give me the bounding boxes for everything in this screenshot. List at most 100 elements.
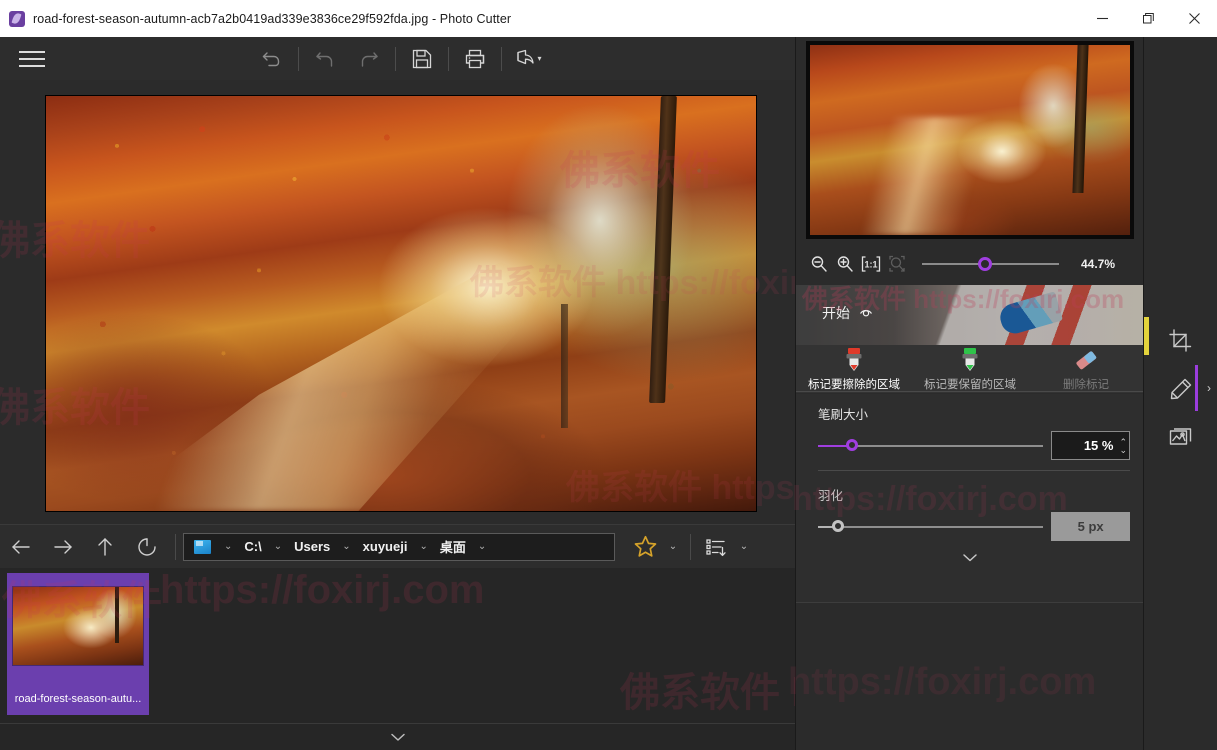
refresh-button[interactable] [126,525,168,569]
photo-cutter-window: road-forest-season-autumn-acb7a2b0419ad3… [0,0,1217,750]
zoom-out-icon[interactable] [806,251,832,277]
up-button[interactable] [84,525,126,569]
favorites-star-icon[interactable] [627,529,663,565]
settings-expand-button[interactable] [796,545,1144,569]
breadcrumb[interactable]: ⌄ C:\ ⌄ Users ⌄ xuyueji ⌄ 桌面 ⌄ [183,532,615,561]
rail-expand-button[interactable]: › [1201,377,1217,399]
breadcrumb-chevron-0[interactable]: ⌄ [215,541,241,552]
tab-mark-erase-area[interactable]: 标记要擦除的区域 [796,345,912,397]
feather-setting: 羽化 5 px [796,475,1144,545]
setting-divider [818,470,1130,471]
breadcrumb-item-2[interactable]: xuyueji [360,539,411,554]
brush-size-label: 笔刷大小 [818,408,869,422]
brush-size-stepper[interactable]: 15 % ⌃ ⌄ [1051,431,1130,460]
stepper-arrows[interactable]: ⌃ ⌄ [1119,437,1127,454]
stepper-down-icon[interactable]: ⌄ [1119,445,1127,454]
window-title: road-forest-season-autumn-acb7a2b0419ad3… [33,11,512,26]
start-banner[interactable]: 开始 佛系软件 https://foxirj.com [796,285,1144,345]
share-icon[interactable]: ▾ [506,37,550,80]
minimize-button[interactable] [1079,0,1125,37]
feather-value-box[interactable]: 5 px [1051,512,1130,541]
fit-to-window-icon[interactable] [884,251,910,277]
thumbnail-image [13,587,143,665]
tree-trunk-shape-2 [561,303,568,428]
sort-list-icon[interactable] [698,529,734,565]
redo-icon[interactable] [347,37,391,80]
banner-label: 开始 [822,305,850,321]
zoom-level-value: 44.7% [1081,257,1116,271]
image-canvas[interactable]: 佛系软件 佛系软件 https://foxirj.com 佛系软件 佛系软件 佛… [0,80,795,524]
hamburger-menu-icon[interactable] [10,37,54,80]
rail-buttons: › [1144,317,1217,461]
undo-icon[interactable] [303,37,347,80]
right-panel-empty-area: https://foxirj.com [788,602,1144,750]
tool-rail: › [1143,37,1217,750]
feather-slider-track [818,525,1043,528]
file-browser[interactable]: road-forest-season-autu... 佛系软件 https://… [0,568,795,723]
feather-value: 5 px [1077,519,1104,534]
browser-collapse-button[interactable] [0,723,795,750]
zoom-in-icon[interactable] [832,251,858,277]
svg-text:1:1: 1:1 [864,260,877,270]
preview-path-shape [848,117,1015,235]
list-item[interactable]: road-forest-season-autu... [7,573,149,715]
brush-size-value: 15 % [1083,438,1114,453]
nav-separator [175,533,176,560]
breadcrumb-chevron-2[interactable]: ⌄ [333,541,359,552]
active-tool-indicator [1195,365,1198,411]
feather-slider-handle[interactable] [832,519,844,532]
window-controls [1079,0,1217,37]
tab-mark-keep-area[interactable]: 标记要保留的区域 [912,345,1028,393]
eraser-icon [1071,347,1101,373]
tab-label: 标记要擦除的区域 [808,379,900,391]
sort-caret-icon[interactable]: ⌄ [734,541,754,552]
tabs-divider [796,391,1144,392]
breadcrumb-item-3[interactable]: 桌面 [437,537,469,556]
tool-tabs: 标记要擦除的区域 标记要保留的区域 删除标记 [796,345,1144,397]
maximize-restore-button[interactable] [1125,0,1171,37]
main-toolbar: ▾ [0,37,795,80]
toolbar-separator [395,46,396,71]
breadcrumb-chevron-1[interactable]: ⌄ [265,541,291,552]
feather-slider[interactable] [818,519,1043,535]
zoom-slider[interactable] [922,256,1059,272]
watermark-full-browser: 佛系软件 https://foxirj.com [620,671,795,715]
red-marker-icon [839,347,869,373]
zoom-toolbar: 1:1 44.7% [796,245,1144,283]
list-item-label: road-forest-season-autu... [14,693,142,705]
toolbar-separator [298,46,299,71]
green-marker-icon [955,347,985,373]
zoom-slider-handle[interactable] [978,257,992,271]
share-caret-icon[interactable]: ▾ [537,54,541,63]
brush-size-slider[interactable] [818,438,1043,454]
breadcrumb-chevron-3[interactable]: ⌄ [410,541,436,552]
photos-icon[interactable] [1157,413,1205,461]
brush-size-slider-handle[interactable] [846,438,858,451]
computer-icon [194,539,211,554]
tree-trunk-shape [649,96,677,404]
eye-icon [859,309,873,317]
forward-button[interactable] [42,525,84,569]
breadcrumb-item-0[interactable]: C:\ [241,539,264,554]
save-icon[interactable] [400,37,444,80]
preview-trunk-shape [1072,45,1089,194]
nav-separator-2 [690,533,691,560]
preview-panel[interactable] [806,41,1134,239]
breadcrumb-chevron-4[interactable]: ⌄ [469,541,495,552]
back-button[interactable] [0,525,42,569]
toolbar-actions: ▾ [250,37,795,80]
close-button[interactable] [1171,0,1217,37]
actual-size-icon[interactable]: 1:1 [858,251,884,277]
tab-delete-marks[interactable]: 删除标记 [1028,345,1144,393]
print-icon[interactable] [453,37,497,80]
canvas-image[interactable] [46,96,756,511]
right-panel: 1:1 44.7% 开始 佛系软件 https://foxirj.com 标记要… [788,37,1144,750]
tool-settings: 笔刷大小 15 % ⌃ ⌄ 羽化 5 px https://foxirj.com [792,394,1144,602]
revert-icon[interactable] [250,37,294,80]
crop-icon[interactable] [1157,317,1205,365]
toolbar-separator [448,46,449,71]
favorites-caret-icon[interactable]: ⌄ [663,541,683,552]
tab-label: 删除标记 [1063,379,1109,391]
breadcrumb-item-1[interactable]: Users [291,539,333,554]
feather-label: 羽化 [818,489,844,503]
